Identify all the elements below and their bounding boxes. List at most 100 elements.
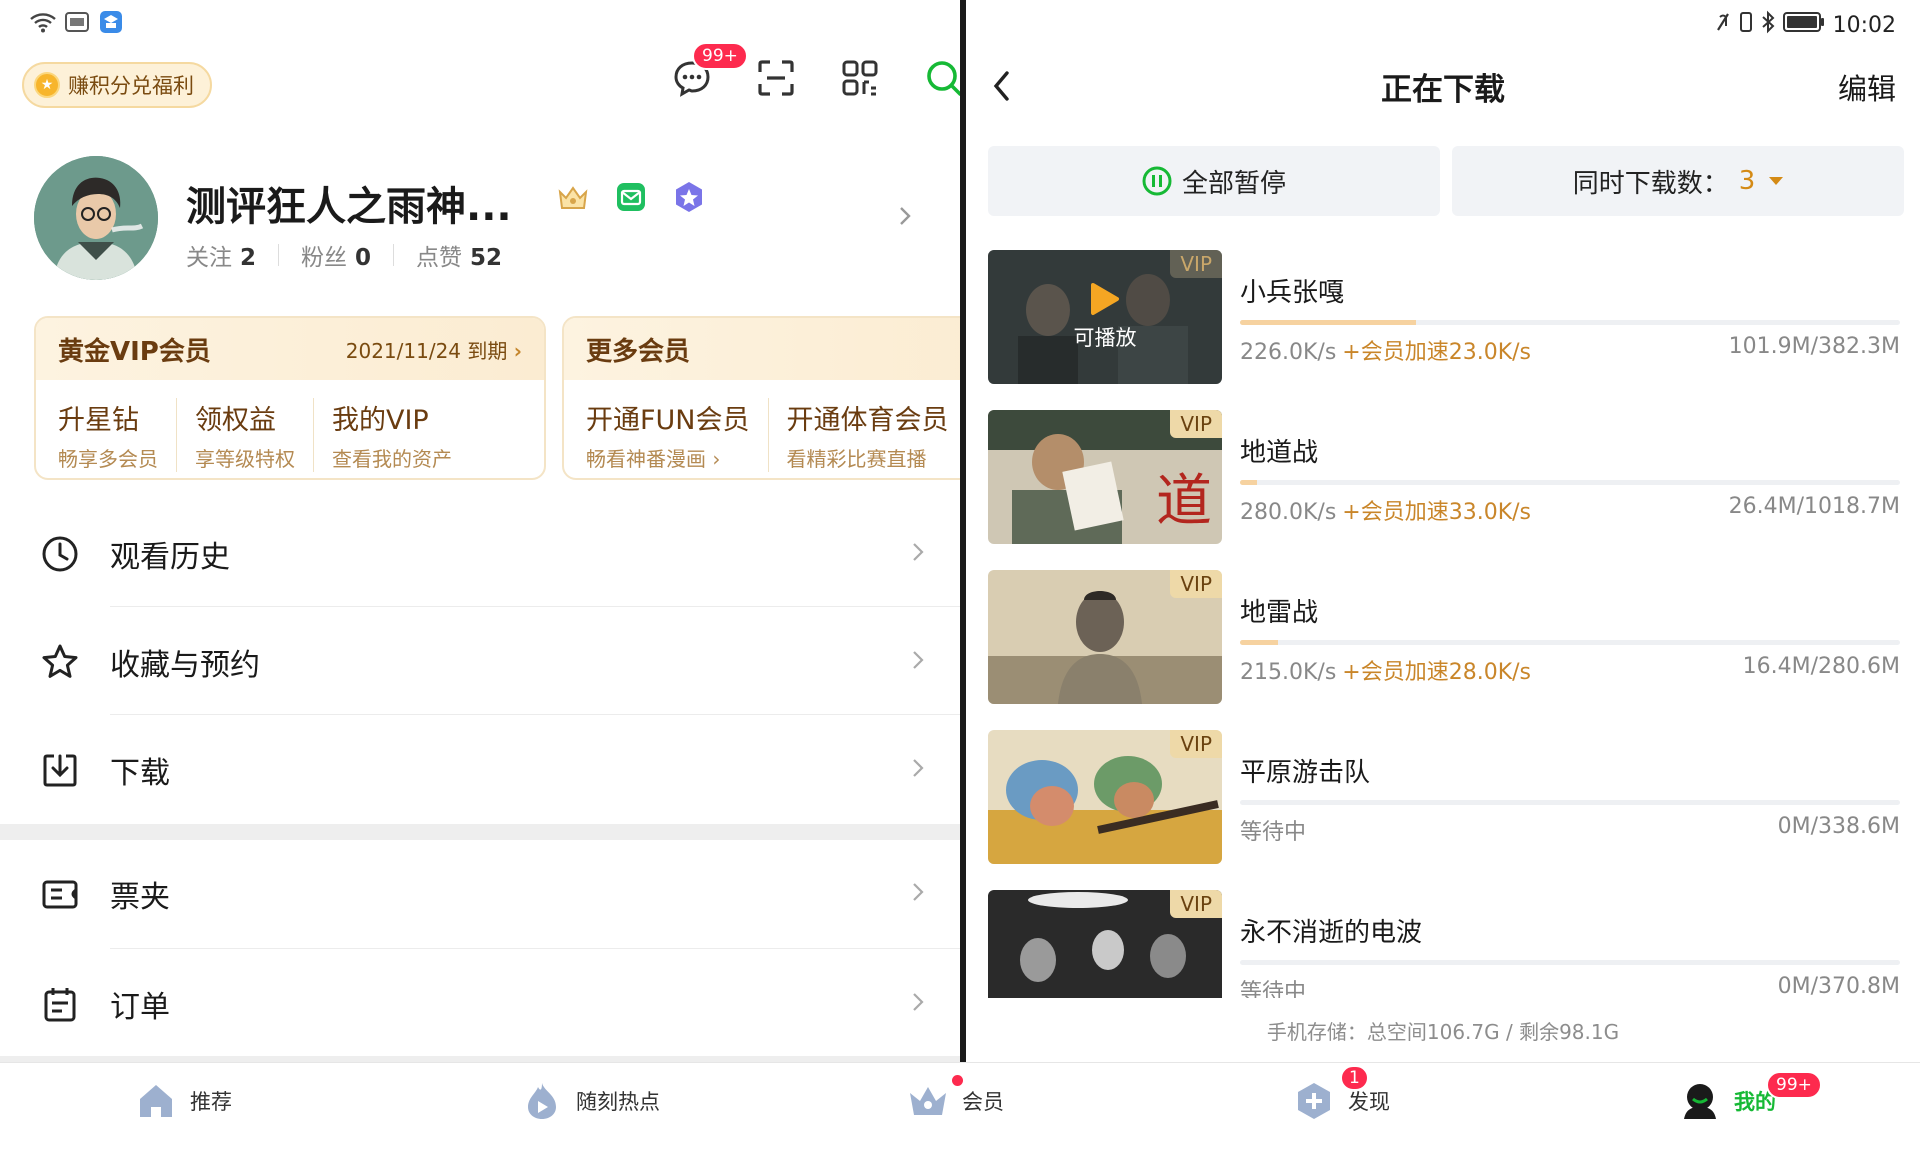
earn-points-button[interactable]: ★ 赚积分兑福利	[22, 62, 212, 108]
search-button[interactable]	[922, 56, 960, 100]
menu-label: 观看历史	[110, 540, 230, 575]
menu-item-favorites[interactable]: 收藏与预约	[0, 608, 960, 716]
tab-discover[interactable]: 1 发现	[1294, 1065, 1390, 1121]
vip-tag: VIP	[1170, 730, 1222, 758]
download-progress-bar	[1240, 800, 1900, 805]
claim-benefits-item[interactable]: 领权益 享等级特权	[195, 398, 314, 472]
claim-benefits-sub: 享等级特权	[195, 447, 295, 471]
app-notification-icon	[98, 10, 124, 34]
scan-icon	[758, 60, 794, 96]
speed-value: 等待中	[1240, 820, 1307, 845]
download-progress-bar	[1240, 480, 1900, 485]
chevron-right-icon	[912, 991, 924, 1017]
download-size: 0M/338.6M	[1777, 814, 1900, 839]
edit-button[interactable]: 编辑	[1838, 66, 1896, 108]
download-list-clip: VIP 永不消逝的电波 等待中 0M/370.8M	[966, 886, 1920, 998]
tab-vip[interactable]: 会员	[908, 1075, 1004, 1121]
status-bar-right: 10:02	[1715, 10, 1896, 40]
qr-code-button[interactable]	[838, 56, 882, 100]
wifi-icon	[30, 10, 56, 34]
download-title: 地雷战	[1240, 598, 1319, 628]
vip-tag: VIP	[1170, 570, 1222, 598]
bottom-tab-bar: 推荐 随刻热点 会员 1 发现 99+ 我的	[0, 1062, 1920, 1152]
mail-badge-icon[interactable]	[614, 180, 648, 214]
menu-item-orders[interactable]: 订单	[0, 950, 960, 1058]
download-speed: 226.0K/s +会员加速23.0K/s	[1240, 334, 1531, 366]
download-title: 永不消逝的电波	[1240, 918, 1423, 948]
menu-label: 收藏与预约	[110, 648, 260, 683]
download-speed: 215.0K/s +会员加速28.0K/s	[1240, 654, 1531, 686]
download-size: 101.9M/382.3M	[1728, 334, 1900, 359]
my-page-panel: ★ 赚积分兑福利 99+ 测评狂人之雨神... 关注 2 粉丝 0 点赞 52 …	[0, 0, 960, 1062]
vip-tag: VIP	[1170, 410, 1222, 438]
follow-stat[interactable]: 关注 2	[186, 238, 256, 272]
concurrent-downloads-select[interactable]: 同时下载数： 3	[1452, 146, 1904, 216]
flame-icon	[522, 1081, 562, 1121]
more-vip-header: 更多会员	[564, 318, 960, 380]
progress-fill	[1240, 480, 1258, 485]
my-vip-title: 我的VIP	[332, 405, 429, 436]
download-item[interactable]: 道 VIP 地道战 280.0K/s +会员加速33.0K/s 26.4M/101…	[988, 410, 1900, 544]
movie-thumbnail[interactable]: 道 VIP	[988, 410, 1222, 544]
open-fun-vip-item[interactable]: 开通FUN会员 畅看神番漫画 ›	[586, 398, 769, 472]
fans-count: 0	[355, 245, 372, 271]
download-title: 小兵张嘎	[1240, 278, 1345, 308]
upgrade-star-diamond-title: 升星钻	[58, 405, 139, 436]
likes-stat[interactable]: 点赞 52	[416, 238, 502, 272]
menu-item-download[interactable]: 下载	[0, 716, 960, 824]
status-bar-left	[30, 10, 124, 34]
clock-icon	[40, 534, 80, 574]
downloading-panel: 10:02 正在下载 编辑 全部暂停 同时下载数： 3 可播放 VIP 小兵张嘎…	[966, 0, 1920, 1062]
qr-code-icon	[842, 60, 878, 96]
movie-thumbnail[interactable]: 可播放 VIP	[988, 250, 1222, 384]
avatar[interactable]	[34, 156, 158, 280]
download-speed: 等待中	[1240, 974, 1312, 998]
gold-vip-card[interactable]: 黄金VIP会员 2021/11/24 到期 › 升星钻 畅享多会员 领权益 享等…	[34, 316, 546, 480]
stat-divider	[393, 244, 395, 266]
my-vip-item[interactable]: 我的VIP 查看我的资产	[332, 398, 470, 472]
tab-label: 推荐	[190, 1090, 232, 1114]
tab-mine[interactable]: 99+ 我的	[1680, 1071, 1822, 1121]
message-badge: 99+	[692, 42, 748, 70]
scan-button[interactable]	[754, 56, 798, 100]
speed-value: 280.0K/s	[1240, 500, 1337, 525]
open-sports-vip-item[interactable]: 开通体育会员 看精彩比赛直播	[787, 398, 961, 472]
tab-hot-topics[interactable]: 随刻热点	[522, 1081, 660, 1121]
notification-dot	[952, 1075, 963, 1086]
storage-info: 手机存储：总空间106.7G / 剩余98.1G	[1266, 1020, 1620, 1044]
iqiyi-notification-icon	[64, 10, 90, 34]
download-speed: 等待中	[1240, 814, 1312, 846]
movie-thumbnail[interactable]: VIP	[988, 730, 1222, 864]
upgrade-star-diamond-sub: 畅享多会员	[58, 447, 158, 471]
download-title: 地道战	[1240, 438, 1319, 468]
vip-boost: +会员加速33.0K/s	[1342, 500, 1532, 525]
tab-label: 会员	[962, 1090, 1004, 1114]
speed-value: 等待中	[1240, 980, 1307, 998]
star-icon	[40, 642, 80, 682]
more-vip-card[interactable]: 更多会员 开通FUN会员 畅看神番漫画 › 开通体育会员 看精彩比赛直播	[562, 316, 960, 480]
download-title: 平原游击队	[1240, 758, 1371, 788]
my-vip-sub: 查看我的资产	[332, 447, 452, 471]
menu-item-ticket-wallet[interactable]: 票夹	[0, 840, 960, 948]
crown-badge-icon[interactable]	[556, 180, 590, 214]
menu-item-watch-history[interactable]: 观看历史	[0, 500, 960, 608]
download-item[interactable]: 可播放 VIP 小兵张嘎 226.0K/s +会员加速23.0K/s 101.9M…	[988, 250, 1900, 384]
fans-stat[interactable]: 粉丝 0	[301, 238, 371, 272]
download-item[interactable]: VIP 永不消逝的电波 等待中 0M/370.8M	[988, 890, 1900, 998]
caret-down-icon	[1769, 177, 1784, 185]
download-item[interactable]: VIP 平原游击队 等待中 0M/338.6M	[988, 730, 1900, 864]
download-item[interactable]: VIP 地雷战 215.0K/s +会员加速28.0K/s 16.4M/280.6…	[988, 570, 1900, 704]
pause-all-button[interactable]: 全部暂停	[988, 146, 1440, 216]
claim-benefits-title: 领权益	[195, 405, 276, 436]
movie-thumbnail[interactable]: VIP	[988, 890, 1222, 998]
tab-recommend[interactable]: 推荐	[136, 1081, 232, 1121]
user-profile-card[interactable]: 测评狂人之雨神... 关注 2 粉丝 0 点赞 52	[34, 156, 934, 286]
message-button[interactable]: 99+	[670, 42, 748, 100]
open-fun-vip-sub: 畅看神番漫画 ›	[586, 447, 721, 471]
upgrade-star-diamond-item[interactable]: 升星钻 畅享多会员	[58, 398, 177, 472]
pause-all-label: 全部暂停	[1181, 168, 1286, 199]
gold-vip-header[interactable]: 黄金VIP会员 2021/11/24 到期 ›	[36, 318, 544, 380]
level-badge-icon[interactable]	[672, 180, 706, 214]
movie-thumbnail[interactable]: VIP	[988, 570, 1222, 704]
likes-label: 点赞	[416, 245, 463, 271]
